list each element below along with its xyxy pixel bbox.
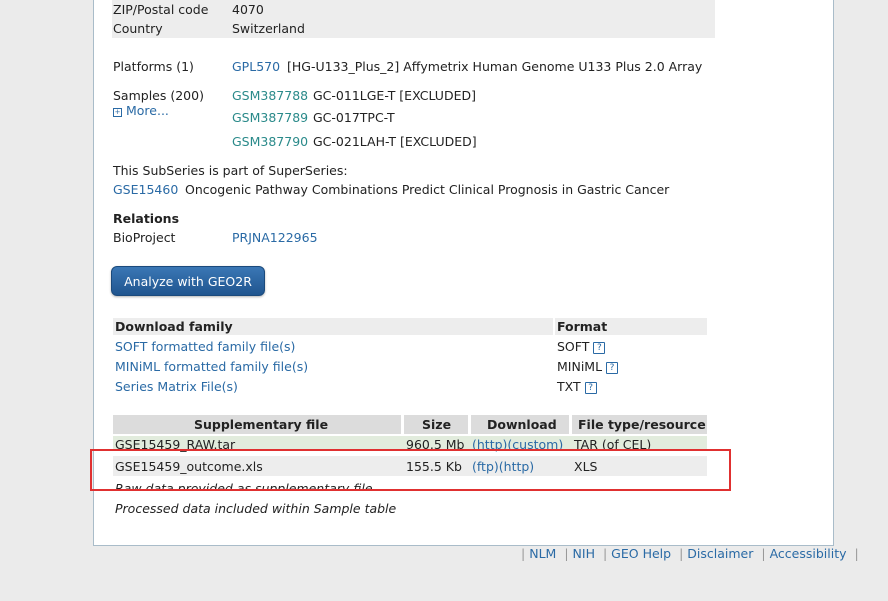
help-icon[interactable]: ? — [606, 362, 619, 374]
footer-separator: | — [602, 546, 608, 561]
download-family-header: Download family — [115, 319, 233, 334]
format-value: SOFT? — [557, 339, 606, 354]
sample-desc: GC-011LGE-T [EXCLUDED] — [313, 88, 476, 103]
superseries-intro: This SubSeries is part of SuperSeries: — [113, 163, 348, 178]
supp-download-header: Download — [487, 417, 557, 432]
samples-label: Samples (200) — [113, 88, 204, 103]
supp-file-header: Supplementary file — [194, 417, 329, 432]
platform-desc: [HG-U133_Plus_2] Affymetrix Human Genome… — [287, 59, 703, 74]
sample-link[interactable]: GSM387788 — [232, 88, 308, 103]
analyze-geo2r-button[interactable]: Analyze with GEO2R — [111, 266, 265, 296]
format-value: MINiML? — [557, 359, 619, 374]
footer-link-disclaimer[interactable]: Disclaimer — [687, 546, 753, 561]
miniml-family-link[interactable]: MINiML formatted family file(s) — [115, 359, 308, 374]
country-label: Country — [113, 21, 163, 36]
highlight-box — [90, 449, 731, 491]
footer-separator: | — [854, 546, 859, 561]
superseries-desc: Oncogenic Pathway Combinations Predict C… — [185, 182, 670, 197]
sample-desc: GC-021LAH-T [EXCLUDED] — [313, 134, 477, 149]
supp-type-header: File type/resource — [578, 417, 706, 432]
footer-link-geo-help[interactable]: GEO Help — [611, 546, 671, 561]
samples-more[interactable]: + More... — [113, 103, 169, 118]
footer-link-accessibility[interactable]: Accessibility — [770, 546, 847, 561]
footer-separator: | — [564, 546, 569, 561]
sample-link[interactable]: GSM387789 — [232, 110, 308, 125]
relations-heading: Relations — [113, 211, 180, 226]
soft-family-link[interactable]: SOFT formatted family file(s) — [115, 339, 295, 354]
bioproject-link[interactable]: PRJNA122965 — [232, 230, 318, 245]
footer-separator: | — [679, 546, 684, 561]
footer-link-nih[interactable]: NIH — [573, 546, 595, 561]
platforms-label: Platforms (1) — [113, 59, 194, 74]
footer-links: | NLM | NIH | GEO Help | Disclaimer | Accessi… — [517, 546, 863, 561]
country-value: Switzerland — [232, 21, 305, 36]
supp-note-processed: Processed data included within Sample ta… — [115, 501, 397, 516]
footer-separator: | — [521, 546, 526, 561]
platform-link[interactable]: GPL570 — [232, 59, 280, 74]
format-header: Format — [557, 319, 608, 334]
supp-size-header: Size — [422, 417, 452, 432]
more-link[interactable]: More... — [126, 103, 169, 118]
superseries-link[interactable]: GSE15460 — [113, 182, 178, 197]
sample-desc: GC-017TPC-T — [313, 110, 395, 125]
footer-link-nlm[interactable]: NLM — [529, 546, 556, 561]
help-icon[interactable]: ? — [584, 382, 597, 394]
help-icon[interactable]: ? — [593, 342, 606, 354]
zip-value: 4070 — [232, 2, 264, 17]
series-matrix-link[interactable]: Series Matrix File(s) — [115, 379, 238, 394]
footer-separator: | — [761, 546, 766, 561]
expand-plus-icon: + — [113, 108, 122, 117]
zip-label: ZIP/Postal code — [113, 2, 209, 17]
format-value: TXT? — [557, 379, 597, 394]
bioproject-label: BioProject — [113, 230, 176, 245]
sample-link[interactable]: GSM387790 — [232, 134, 308, 149]
